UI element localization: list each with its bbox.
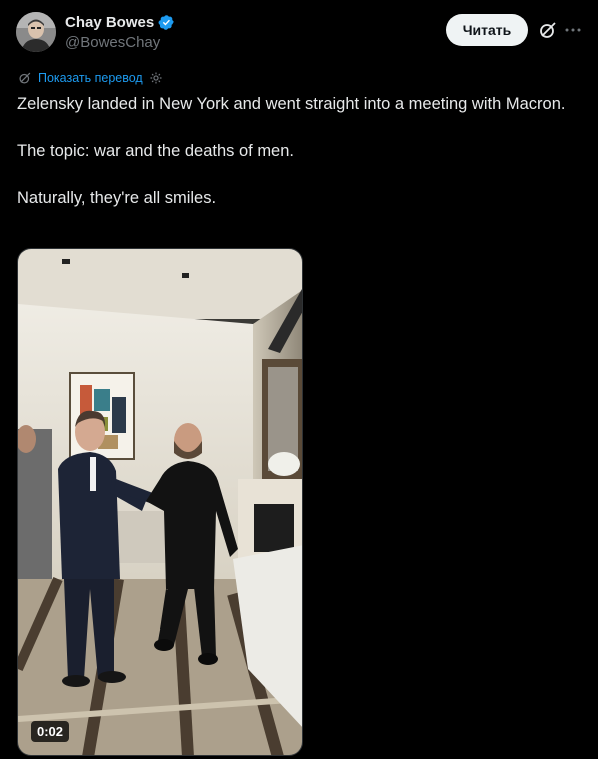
video-duration: 0:02 bbox=[31, 721, 70, 742]
display-name[interactable]: Chay Bowes bbox=[65, 14, 154, 31]
follow-button[interactable]: Читать bbox=[446, 14, 528, 46]
show-translation[interactable]: Показать перевод bbox=[18, 71, 163, 85]
author-names: Chay Bowes @BowesChay bbox=[65, 14, 175, 51]
tweet-paragraph: Naturally, they're all smiles. bbox=[17, 189, 217, 207]
tweet-text: Zelensky landed in New York and went str… bbox=[17, 93, 577, 211]
gear-icon[interactable] bbox=[149, 71, 163, 85]
avatar[interactable] bbox=[16, 12, 56, 52]
tweet-header: Chay Bowes @BowesChay Читать bbox=[16, 12, 582, 56]
name-row: Chay Bowes bbox=[65, 14, 175, 31]
show-translation-label[interactable]: Показать перевод bbox=[38, 71, 143, 85]
grok-icon[interactable] bbox=[538, 20, 558, 40]
verified-badge-icon[interactable] bbox=[158, 14, 175, 31]
handle[interactable]: @BowesChay bbox=[65, 34, 175, 51]
video-frame bbox=[18, 249, 302, 755]
more-horizontal-icon[interactable] bbox=[564, 20, 582, 40]
video-player[interactable]: 0:02 bbox=[17, 248, 303, 756]
tweet-paragraph: Zelensky landed in New York and went str… bbox=[17, 95, 566, 113]
tweet-paragraph: The topic: war and the deaths of men. bbox=[17, 142, 294, 160]
grok-icon bbox=[18, 71, 32, 85]
tweet: Chay Bowes @BowesChay Читать Показать пе… bbox=[0, 0, 598, 759]
